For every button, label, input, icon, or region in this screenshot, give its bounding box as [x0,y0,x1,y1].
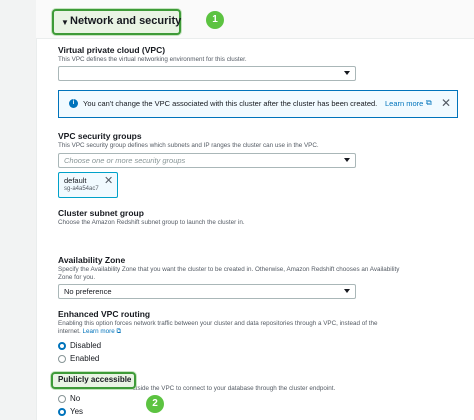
enhanced-routing-label: Enhanced VPC routing [58,309,151,319]
external-link-icon: ⧉ [426,98,432,107]
callout-badge-2: 2 [146,395,164,413]
public-no-radio[interactable] [58,395,66,403]
public-access-label: Publicly accessible [58,375,132,384]
public-yes-label: Yes [70,407,84,416]
security-groups-placeholder: Choose one or more security groups [64,156,186,165]
caret-down-icon: ▼ [61,18,69,27]
close-icon[interactable]: ✕ [441,96,451,110]
security-groups-description: This VPC security group defines which su… [58,142,319,149]
caret-down-icon [344,158,350,162]
availability-zone-value: No preference [64,287,112,296]
enhanced-routing-description-1: Enabling this option forces network traf… [58,320,378,327]
security-groups-select[interactable]: Choose one or more security groups [58,153,356,168]
callout-badge-1: 1 [206,11,224,29]
routing-enabled-radio[interactable] [58,355,66,363]
network-section-toggle[interactable]: ▼ Network and security [52,9,181,35]
vpc-description: This VPC defines the virtual networking … [58,56,247,63]
security-group-token: default sg-a4a54ac7 ✕ [58,172,118,198]
routing-disabled-radio[interactable] [58,342,66,350]
vpc-info-alert: i You can't change the VPC associated wi… [58,90,458,118]
token-id: sg-a4a54ac7 [64,186,99,192]
vpc-label: Virtual private cloud (VPC) [58,45,166,55]
caret-down-icon [344,71,350,75]
availability-zone-label: Availability Zone [58,255,126,265]
subnet-group-description: Choose the Amazon Redshift subnet group … [58,219,245,226]
routing-disabled-label: Disabled [70,341,102,350]
public-no-label: No [70,394,81,403]
subnet-group-label: Cluster subnet group [58,208,144,218]
security-groups-label: VPC security groups [58,131,142,141]
availability-zone-description-2: Zone for you. [58,274,96,281]
public-access-label-highlight: Publicly accessible [51,372,136,389]
section-title: Network and security [70,15,182,27]
token-name: default [64,176,87,185]
info-message: You can't change the VPC associated with… [83,99,378,108]
caret-down-icon [344,289,350,293]
info-icon: i [69,99,78,108]
enhanced-routing-description-2: internet. Learn more ⧉ [58,328,121,335]
public-yes-radio[interactable] [58,408,66,416]
remove-token-icon[interactable]: ✕ [104,174,113,187]
routing-learn-more-link[interactable]: Learn more [83,328,115,335]
external-link-icon: ⧉ [116,328,121,335]
routing-enabled-label: Enabled [70,354,100,363]
info-learn-more-link[interactable]: Learn more [385,99,423,108]
availability-zone-description-1: Specify the Availability Zone that you w… [58,266,400,273]
availability-zone-select[interactable]: No preference [58,284,356,299]
vpc-select[interactable] [58,66,356,81]
